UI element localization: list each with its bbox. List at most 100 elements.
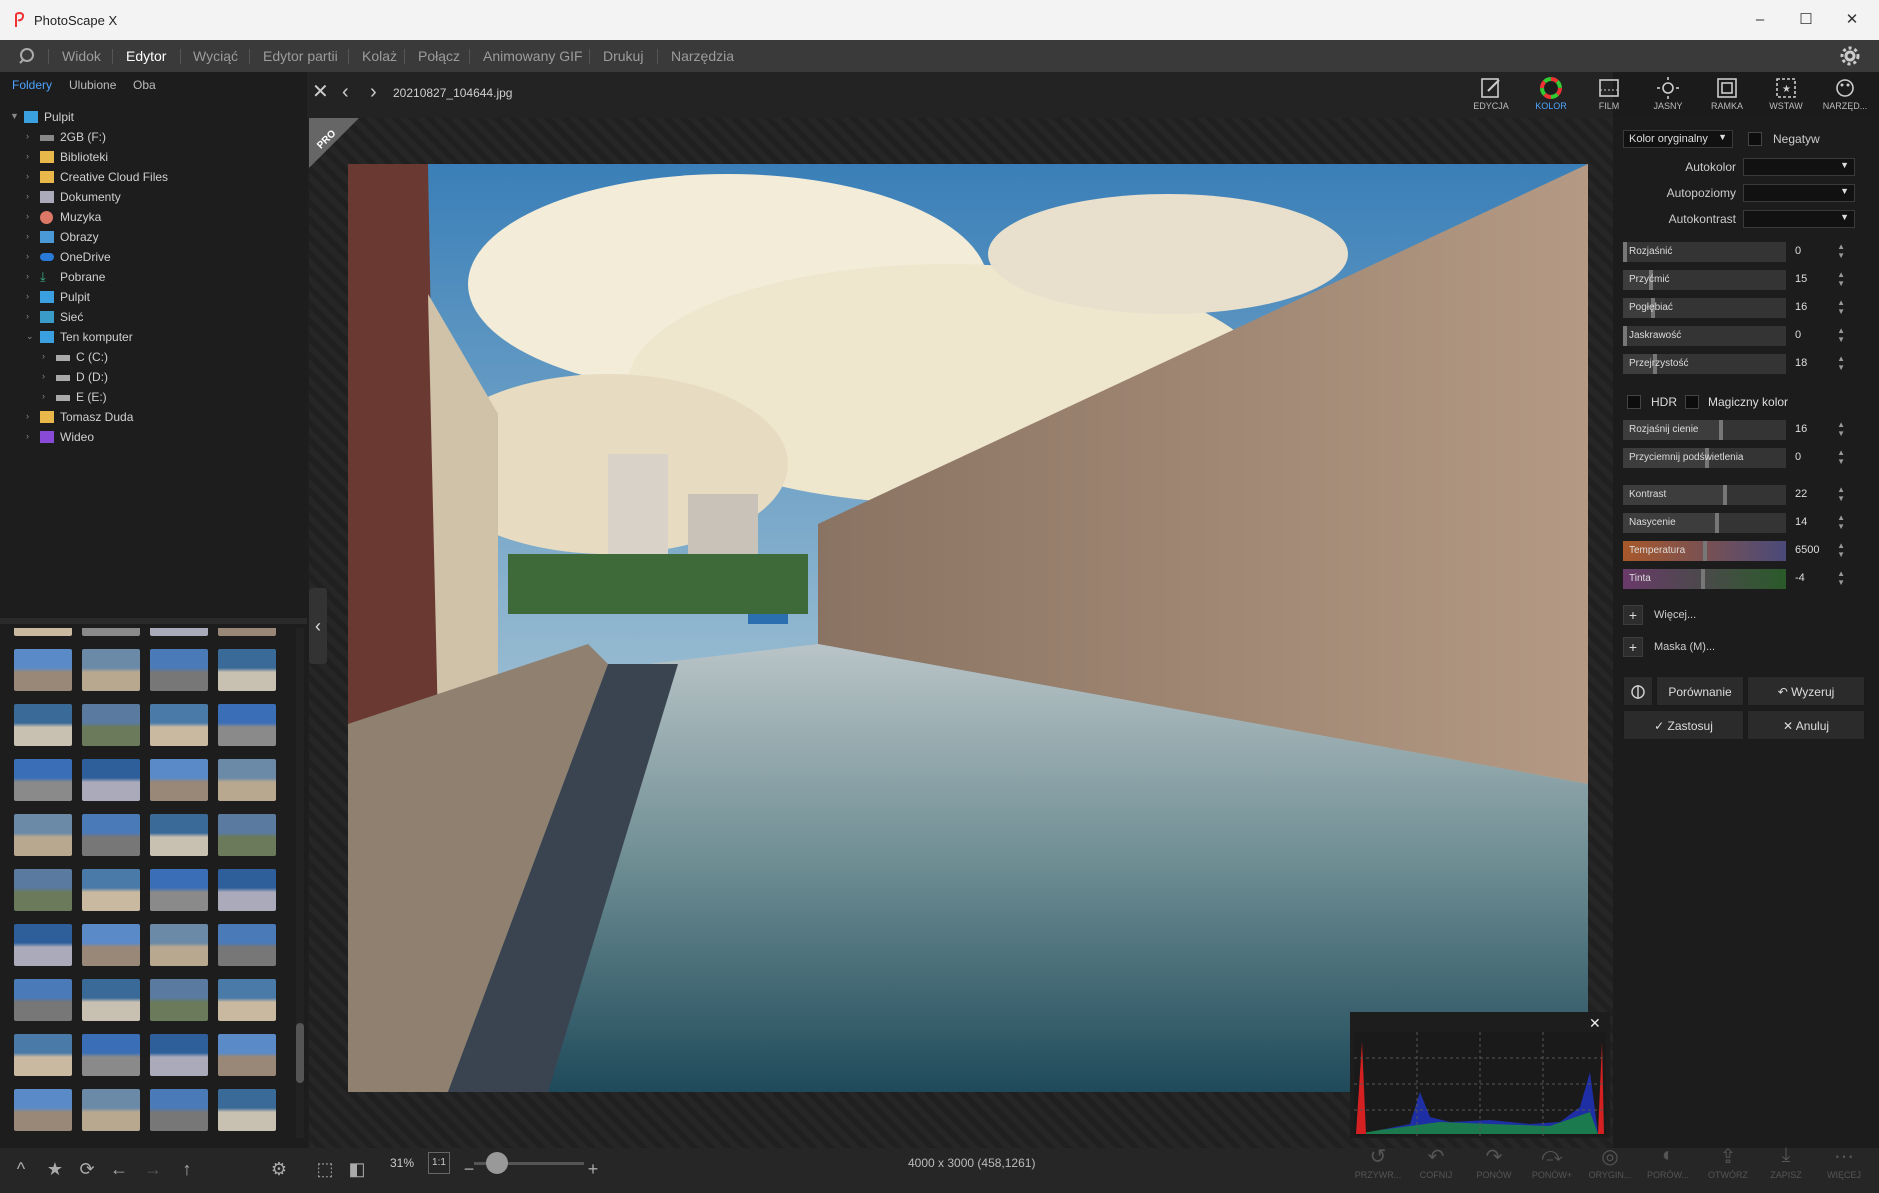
color-preset-select[interactable]: Kolor oryginalny ▼ xyxy=(1623,130,1733,148)
zoom-in-icon[interactable]: + xyxy=(582,1158,604,1180)
tool-frame[interactable]: RAMKA xyxy=(1702,72,1752,118)
spinner-arrows-icon[interactable]: ▲ ▼ xyxy=(1837,326,1845,344)
photo-thumbnail[interactable] xyxy=(82,1034,140,1076)
spinner-arrows-icon[interactable]: ▲ ▼ xyxy=(1837,448,1845,466)
brighten-value[interactable]: 0 ▲ ▼ xyxy=(1795,242,1845,261)
photo-thumbnail[interactable] xyxy=(218,1034,276,1076)
photoscape-logo-icon[interactable] xyxy=(16,46,36,66)
mask-plus-icon[interactable]: + xyxy=(1623,637,1643,657)
chevron-right-icon[interactable]: › xyxy=(26,291,36,301)
close-window-button[interactable]: ✕ xyxy=(1829,0,1875,40)
back-arrow-icon[interactable]: ← xyxy=(108,1158,130,1180)
edited-photo[interactable] xyxy=(348,164,1588,1092)
forward-arrow-icon[interactable]: → xyxy=(142,1158,164,1180)
tab-both[interactable]: Oba xyxy=(133,78,156,92)
photo-thumbnail[interactable] xyxy=(82,1089,140,1131)
apply-button[interactable]: ✓ Zastosuj xyxy=(1623,710,1744,740)
undo-button[interactable]: ↶ COFNIJ xyxy=(1408,1138,1464,1193)
photo-thumbnail[interactable] xyxy=(14,924,72,966)
photo-thumbnail[interactable] xyxy=(150,1034,208,1076)
auto-color-select[interactable]: ▼ xyxy=(1743,158,1855,176)
temperature-slider[interactable]: Temperatura xyxy=(1623,541,1786,561)
photo-thumbnail[interactable] xyxy=(82,869,140,911)
highlights-slider[interactable]: Przyciemnij podświetlenia xyxy=(1623,448,1786,468)
spinner-arrows-icon[interactable]: ▲ ▼ xyxy=(1837,485,1845,503)
hdr-checkbox[interactable] xyxy=(1627,395,1641,409)
chevron-right-icon[interactable]: › xyxy=(26,411,36,421)
revert-button[interactable]: ↺ PRZYWR... xyxy=(1350,1138,1406,1193)
refresh-icon[interactable]: ⟳ xyxy=(76,1158,98,1180)
photo-thumbnail[interactable] xyxy=(218,979,276,1021)
negative-checkbox[interactable] xyxy=(1748,132,1762,146)
deepen-slider[interactable]: Pogłębiać xyxy=(1623,298,1786,318)
compare-split-button[interactable] xyxy=(1623,676,1653,706)
tool-color[interactable]: KOLOR xyxy=(1526,72,1576,118)
photo-thumbnail[interactable] xyxy=(218,649,276,691)
saturation-value[interactable]: 14 ▲ ▼ xyxy=(1795,513,1845,532)
maximize-button[interactable]: ☐ xyxy=(1783,0,1829,40)
chevron-right-icon[interactable]: › xyxy=(26,171,36,181)
redo-all-button[interactable]: ⤼ PONÓW+ xyxy=(1524,1138,1580,1193)
photo-thumbnail[interactable] xyxy=(82,759,140,801)
more-button[interactable]: ⋯ WIĘCEJ xyxy=(1816,1138,1872,1193)
menu-cut[interactable]: Wyciąć xyxy=(193,48,238,64)
chevron-right-icon[interactable]: › xyxy=(26,131,36,141)
menu-print[interactable]: Drukuj xyxy=(603,48,643,64)
chevron-right-icon[interactable]: › xyxy=(42,351,52,361)
menu-tools[interactable]: Narzędzia xyxy=(671,48,734,64)
compare-bottom-button[interactable]: ◐ PORÓW... xyxy=(1640,1138,1696,1193)
chevron-down-icon[interactable]: ▼ xyxy=(10,111,20,121)
menu-collage[interactable]: Kolaż xyxy=(362,48,397,64)
photo-thumbnail[interactable] xyxy=(14,1034,72,1076)
selection-icon[interactable]: ⬚ xyxy=(314,1158,336,1180)
photo-thumbnail[interactable] xyxy=(150,814,208,856)
brighten-slider[interactable]: Rozjaśnić xyxy=(1623,242,1786,262)
photo-thumbnail[interactable] xyxy=(218,869,276,911)
photo-thumbnail[interactable] xyxy=(82,979,140,1021)
mask-link[interactable]: Maska (M)... xyxy=(1654,641,1715,653)
menu-view[interactable]: Widok xyxy=(62,48,101,64)
menu-combine[interactable]: Połącz xyxy=(418,48,460,64)
magic-color-checkbox[interactable] xyxy=(1685,395,1699,409)
photo-thumbnail[interactable] xyxy=(150,869,208,911)
chevron-right-icon[interactable]: › xyxy=(26,431,36,441)
auto-levels-select[interactable]: ▼ xyxy=(1743,184,1855,202)
photo-thumbnail[interactable] xyxy=(14,979,72,1021)
zoom-slider-knob[interactable] xyxy=(486,1152,508,1174)
photo-thumbnail[interactable] xyxy=(150,979,208,1021)
photo-thumbnail[interactable] xyxy=(14,628,72,636)
photo-thumbnail[interactable] xyxy=(150,1089,208,1131)
menu-batch-editor[interactable]: Edytor partii xyxy=(263,48,338,64)
tab-folders[interactable]: Foldery xyxy=(12,78,52,92)
vibrance-value[interactable]: 0 ▲ ▼ xyxy=(1795,326,1845,345)
chevron-right-icon[interactable]: › xyxy=(42,391,52,401)
tab-favorites[interactable]: Ulubione xyxy=(69,78,116,92)
photo-thumbnail[interactable] xyxy=(218,704,276,746)
split-view-icon[interactable]: ◧ xyxy=(346,1158,368,1180)
auto-contrast-select[interactable]: ▼ xyxy=(1743,210,1855,228)
photo-thumbnail[interactable] xyxy=(218,924,276,966)
photo-thumbnail[interactable] xyxy=(150,924,208,966)
chevron-right-icon[interactable]: › xyxy=(26,231,36,241)
photo-thumbnail[interactable] xyxy=(150,628,208,636)
spinner-arrows-icon[interactable]: ▲ ▼ xyxy=(1837,354,1845,372)
photo-thumbnail[interactable] xyxy=(82,924,140,966)
chevron-right-icon[interactable]: › xyxy=(26,151,36,161)
panel-splitter[interactable] xyxy=(0,618,307,624)
spinner-arrows-icon[interactable]: ▲ ▼ xyxy=(1837,541,1845,559)
contrast-value[interactable]: 22 ▲ ▼ xyxy=(1795,485,1845,504)
original-button[interactable]: ◎ ORYGIN... xyxy=(1582,1138,1638,1193)
open-button[interactable]: ⇪ OTWÓRZ xyxy=(1700,1138,1756,1193)
settings-gear-icon[interactable]: ⚙ xyxy=(268,1158,290,1180)
clarity-value[interactable]: 18 ▲ ▼ xyxy=(1795,354,1845,373)
chevron-down-icon[interactable]: ⌄ xyxy=(26,331,36,342)
more-plus-icon[interactable]: + xyxy=(1623,605,1643,625)
thumbnail-scrollbar[interactable] xyxy=(296,628,304,1138)
chevron-right-icon[interactable]: › xyxy=(26,251,36,261)
photo-thumbnail[interactable] xyxy=(218,628,276,636)
chevron-right-icon[interactable]: › xyxy=(26,211,36,221)
tint-value[interactable]: -4 ▲ ▼ xyxy=(1795,569,1845,588)
vibrance-slider[interactable]: Jaskrawość xyxy=(1623,326,1786,346)
photo-thumbnail[interactable] xyxy=(14,869,72,911)
photo-thumbnail[interactable] xyxy=(82,704,140,746)
